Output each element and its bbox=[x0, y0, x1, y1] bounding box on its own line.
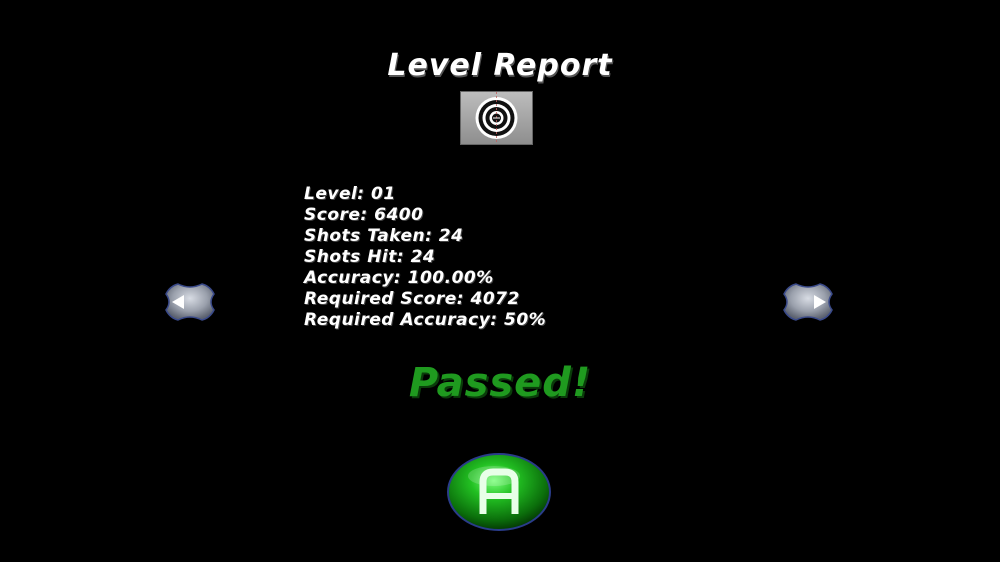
result-status: Passed! bbox=[408, 360, 592, 406]
stat-shots-hit: Shots Hit: 24 bbox=[304, 247, 436, 267]
a-button[interactable] bbox=[446, 452, 552, 532]
previous-button[interactable] bbox=[164, 282, 216, 322]
level-report-screen: Level Report Level: 01 Score: 6400 Shots… bbox=[0, 0, 1000, 562]
right-arrow-icon bbox=[783, 283, 833, 321]
stat-required-accuracy: Required Accuracy: 50% bbox=[304, 310, 547, 330]
left-arrow-icon bbox=[165, 283, 215, 321]
stat-shots-taken: Shots Taken: 24 bbox=[304, 226, 464, 246]
stat-required-score: Required Score: 4072 bbox=[304, 289, 520, 309]
target-icon bbox=[460, 91, 533, 145]
stat-accuracy: Accuracy: 100.00% bbox=[304, 268, 494, 288]
a-button-icon bbox=[447, 453, 551, 531]
page-title: Level Report bbox=[387, 48, 613, 83]
stats-panel: Level: 01 Score: 6400 Shots Taken: 24 Sh… bbox=[304, 184, 546, 331]
stat-score: Score: 6400 bbox=[304, 205, 424, 225]
next-button[interactable] bbox=[782, 282, 834, 322]
stat-level: Level: 01 bbox=[304, 184, 396, 204]
